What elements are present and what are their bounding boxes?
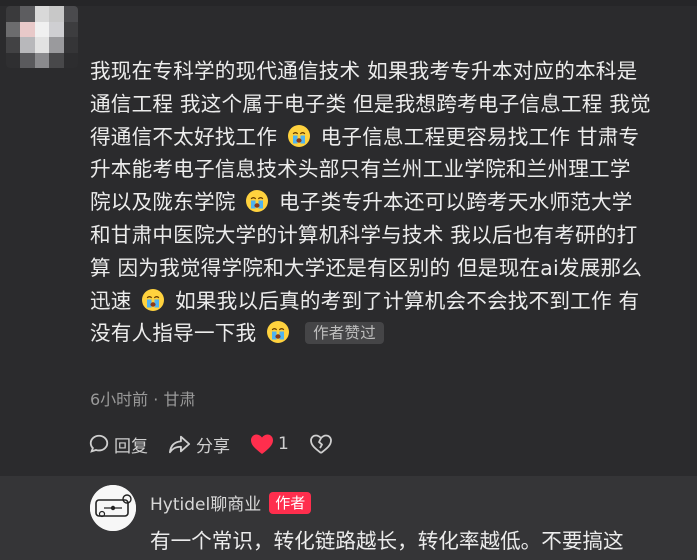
comment-actions: 回复 分享 1 (88, 428, 357, 460)
reply-label: 回复 (114, 436, 148, 457)
comment-text-segment: 如果我以后真的考到了计算机会不会找不到工作 有 (168, 288, 640, 313)
comment-text-segment: 和甘肃中医院大学的计算机科学与技术 我以后也有考研的打 (90, 222, 638, 247)
reply-author: Hytidel聊商业 作者 (150, 490, 312, 515)
comment-text-segment: 没有人指导一下我 (90, 321, 264, 346)
reply-button[interactable]: 回复 (88, 432, 148, 457)
comment-line: 通信工程 我这个属于电子类 但是我想跨考电子信息工程 我觉 (90, 88, 686, 121)
comment-text-segment: 得通信不太好找工作 (90, 124, 284, 149)
comment-line: 院以及陇东学院 电子类专升本还可以跨考天水师范大学 (90, 186, 686, 219)
dislike-button[interactable] (309, 433, 337, 455)
comment-line: 我现在专科学的现代通信技术 如果我考专升本对应的本科是 (90, 55, 686, 88)
like-button[interactable]: 1 (250, 433, 289, 455)
avatar-logo (90, 485, 136, 531)
heart-filled-icon (251, 434, 273, 454)
comment-body: 我现在专科学的现代通信技术 如果我考专升本对应的本科是 通信工程 我这个属于电子类… (90, 55, 686, 350)
comment-text-segment: 算 因为我觉得学院和大学还是有区别的 但是现在ai发展那么 (90, 255, 643, 280)
comment-text-segment: 升本能考电子信息技术头部只有兰州工业学院和兰州理工学 (90, 157, 631, 182)
share-label: 分享 (196, 436, 230, 457)
broken-heart-icon (309, 434, 332, 454)
comment-text-segment: 我现在专科学的现代通信技术 如果我考专升本对应的本科是 (90, 59, 638, 83)
author-liked-badge: 作者赞过 (305, 322, 384, 345)
comment-line: 和甘肃中医院大学的计算机科学与技术 我以后也有考研的打 (90, 219, 686, 252)
like-count: 1 (278, 434, 289, 454)
comment-text-segment: 电子类专升本还可以跨考天水师范大学 (272, 190, 633, 215)
comment-text-segment: 迅速 (90, 288, 139, 313)
comment-text-segment: 通信工程 我这个属于电子类 但是我想跨考电子信息工程 我觉 (90, 91, 651, 116)
reply-avatar[interactable] (90, 485, 136, 531)
comment-line: 迅速 如果我以后真的考到了计算机会不会找不到工作 有 (90, 285, 686, 318)
comment-line: 算 因为我觉得学院和大学还是有区别的 但是现在ai发展那么 (90, 252, 686, 285)
comment-bubble-icon (89, 434, 109, 453)
share-button[interactable]: 分享 (168, 432, 230, 457)
reply-text: 有一个常识，转化链路越长，转化率越低。不要搞这 (150, 529, 624, 553)
crying-emoji-icon (287, 124, 311, 148)
reply-username[interactable]: Hytidel聊商业 (150, 490, 261, 515)
share-icon (169, 435, 191, 454)
comment-text-segment: 院以及陇东学院 (90, 190, 243, 215)
comment-meta: 6小时前 · 甘肃 (90, 390, 196, 409)
comment-line: 升本能考电子信息技术头部只有兰州工业学院和兰州理工学 (90, 153, 686, 186)
comment-text-segment: 电子信息工程更容易找工作 甘肃专 (313, 124, 640, 149)
crying-emoji-icon (245, 189, 269, 213)
top-strip (0, 0, 697, 6)
commenter-avatar[interactable] (6, 6, 78, 68)
comment-line: 得通信不太好找工作 电子信息工程更容易找工作 甘肃专 (90, 121, 686, 154)
author-badge: 作者 (269, 491, 312, 514)
comment-line: 没有人指导一下我 作者赞过 (90, 317, 686, 350)
crying-emoji-icon (141, 288, 165, 312)
crying-emoji-icon (266, 320, 290, 344)
